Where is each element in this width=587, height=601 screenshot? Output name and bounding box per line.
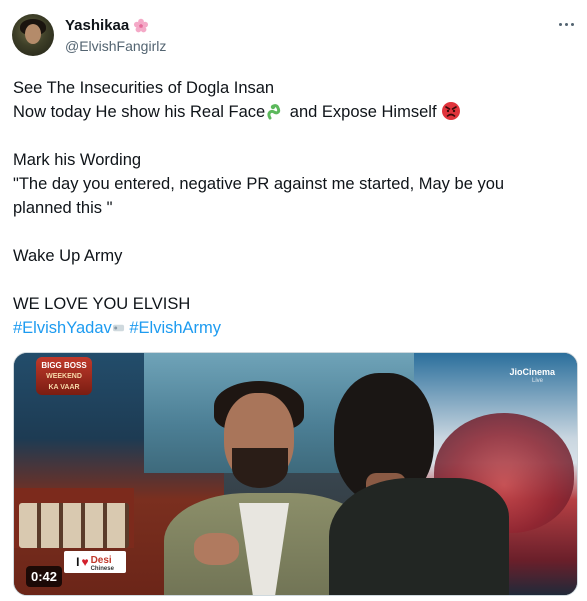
video-duration-badge: 0:42: [26, 566, 63, 587]
more-dot-icon: [558, 22, 562, 26]
tweet-card: Yashikaa @ElvishFangirlz See The Insecur…: [0, 0, 587, 601]
channel-sub: Live: [531, 378, 543, 384]
heart-icon: ♥: [81, 555, 89, 569]
hashtag-elvishyadav[interactable]: #ElvishYadav: [13, 319, 112, 337]
desi-chinese-sign: I ♥ Desi Chinese: [64, 551, 126, 573]
angry-face-icon: [442, 102, 461, 120]
hashtag-line: #ElvishYadav #ElvishArmy: [13, 316, 573, 340]
more-dot-icon: [570, 22, 574, 26]
tweet-line: Wake Up Army: [13, 247, 123, 265]
avatar[interactable]: [12, 14, 54, 56]
person-front-beard: [232, 448, 288, 488]
show-logo: BIGG BOSS WEEKEND KA VAAR: [36, 357, 92, 395]
tweet-line: Mark his Wording: [13, 151, 142, 169]
sign-chinese: Chinese: [90, 566, 114, 572]
tweet-line: See The Insecurities of Dogla Insan: [13, 79, 275, 97]
show-logo-line: WEEKEND: [46, 373, 82, 380]
sign-desi: Desi: [90, 555, 112, 566]
tweet-line: "The day you entered, negative PR agains…: [13, 175, 505, 193]
tweet-text-segment: and Expose Himself: [285, 103, 442, 121]
snake-icon: [267, 104, 281, 120]
tweet-line: planned this ": [13, 199, 113, 217]
show-logo-line: BIGG BOSS: [41, 361, 87, 370]
author-name-text: Yashikaa: [65, 17, 130, 34]
author-display-name[interactable]: Yashikaa: [65, 17, 149, 34]
channel-logo: JioCinema: [509, 367, 555, 377]
tweet-line: Now today He show his Real Face and Expo…: [13, 100, 573, 124]
person-back-body: [329, 478, 509, 595]
person-hand: [194, 533, 239, 565]
avatar-face: [25, 24, 41, 44]
sign-i: I: [76, 555, 80, 569]
hashflag-icon: [112, 324, 124, 332]
tweet-text-segment: Now today He show his Real Face: [13, 103, 266, 121]
tweet-line: WE LOVE YOU ELVISH: [13, 295, 191, 313]
sign-desi-block: Desi Chinese: [90, 552, 114, 573]
cherry-blossom-icon: [134, 18, 149, 32]
scene-jars: [19, 503, 129, 548]
author-handle[interactable]: @ElvishFangirlz: [65, 38, 166, 54]
tweet-text: See The Insecurities of Dogla Insan Now …: [13, 76, 573, 340]
hashtag-elvisharmy[interactable]: #ElvishArmy: [129, 319, 221, 337]
video-player[interactable]: BIGG BOSS WEEKEND KA VAAR JioCinema Live…: [13, 352, 578, 596]
more-dot-icon: [564, 22, 568, 26]
show-logo-line: KA VAAR: [48, 384, 80, 391]
more-options-button[interactable]: [554, 14, 578, 34]
